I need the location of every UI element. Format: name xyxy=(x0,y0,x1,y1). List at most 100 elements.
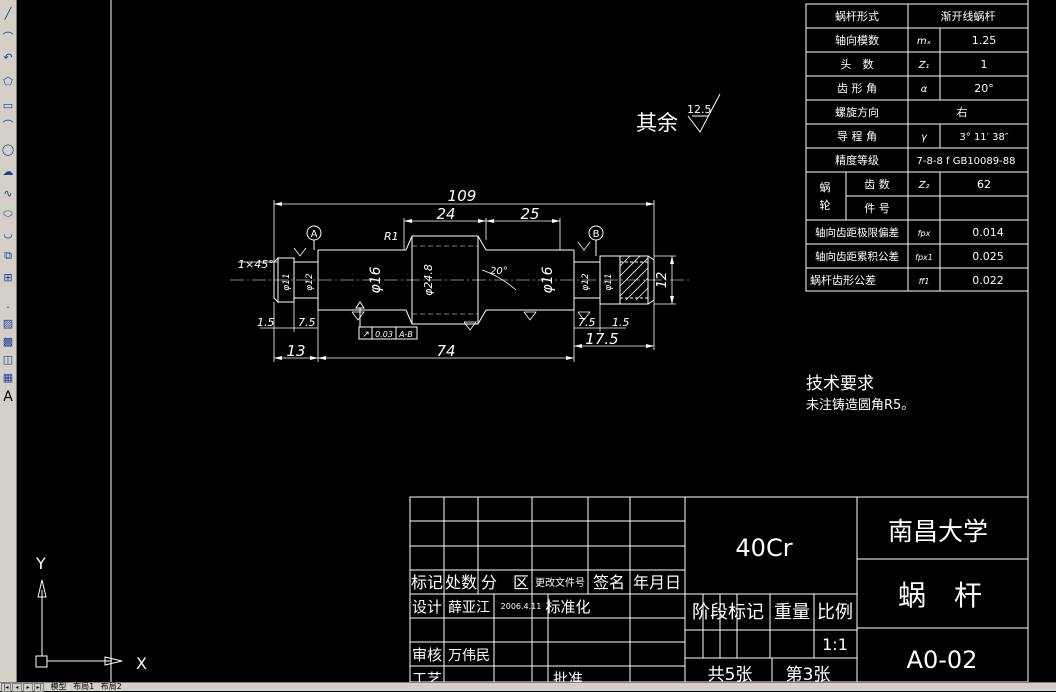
designer-name: 薛亚江 xyxy=(448,600,490,616)
dim-dia-12-left: φ12 xyxy=(305,273,315,291)
header-cell: 标记 xyxy=(411,573,443,592)
param-row-label: 螺旋方向 xyxy=(835,105,879,119)
dim-7-5-left: 7.5 xyxy=(298,316,316,329)
tolerance-datum: A-B xyxy=(398,330,413,339)
param-row-value: 右 xyxy=(957,105,968,119)
dim-13: 13 xyxy=(286,342,305,360)
drawing-canvas[interactable]: Y X 蜗杆形式 渐开线蜗杆 轴向模数 mₓ 1.25 头 数 Z₁ 1 齿 形… xyxy=(17,0,1056,682)
worm-wheel-label: 轮 xyxy=(820,198,831,212)
header-cell: 年月日 xyxy=(633,573,681,592)
param-row-value: 1.25 xyxy=(972,34,997,47)
design-date: 2006.4.11 xyxy=(501,602,542,611)
param-row-label: 蜗杆齿形公差 xyxy=(810,273,876,287)
weight-label: 重量 xyxy=(774,602,810,623)
tech-requirements-text: 未注铸造圆角R5。 xyxy=(806,397,914,413)
param-row-value: 0.014 xyxy=(972,226,1004,239)
param-row-value: 62 xyxy=(977,178,991,191)
ucs-y-label: Y xyxy=(35,554,46,573)
dim-17-5: 17.5 xyxy=(585,330,618,348)
dim-key-12: 12 xyxy=(655,272,670,289)
region-icon[interactable]: ◫ xyxy=(1,352,15,366)
ellipse-arc-icon[interactable]: ◡ xyxy=(1,226,15,240)
param-row-label: 轴向齿距累积公差 xyxy=(815,250,899,263)
param-row-symbol: fpx1 xyxy=(915,253,933,262)
dim-25: 25 xyxy=(520,205,539,223)
param-row-symbol: Z₂ xyxy=(918,180,930,191)
param-row-symbol: ff1 xyxy=(919,277,930,286)
header-cell: 签名 xyxy=(593,573,625,592)
param-row-symbol: α xyxy=(921,84,928,95)
ucs-x-label: X xyxy=(136,654,147,673)
param-row-label: 轴向模数 xyxy=(835,33,879,47)
stage-label: 阶段标记 xyxy=(692,602,764,623)
gradient-icon[interactable]: ▩ xyxy=(1,334,15,348)
dim-74: 74 xyxy=(436,342,455,360)
design-label: 设计 xyxy=(412,598,442,616)
dim-dia-16-left: φ16 xyxy=(368,266,384,293)
param-row-symbol: Z₁ xyxy=(918,60,930,71)
param-row-label: 齿 数 xyxy=(864,178,890,191)
datum-a-label: A xyxy=(311,229,318,240)
param-row-label: 蜗杆形式 xyxy=(835,9,879,23)
insert-block-icon[interactable]: ⧉ xyxy=(1,248,15,262)
datum-b-label: B xyxy=(593,229,600,240)
param-row-value: 0.025 xyxy=(972,250,1004,263)
point-icon[interactable]: · xyxy=(1,300,15,314)
reviewer-name: 万伟民 xyxy=(448,648,490,664)
arc-icon[interactable]: ↶ xyxy=(1,50,15,64)
dim-1-5-left: 1.5 xyxy=(257,316,275,329)
cad-drawing[interactable]: Y X 蜗杆形式 渐开线蜗杆 轴向模数 mₓ 1.25 头 数 Z₁ 1 齿 形… xyxy=(17,0,1056,682)
school-name: 南昌大学 xyxy=(888,517,988,546)
param-row-value: 渐开线蜗杆 xyxy=(941,9,996,23)
worm-wheel-label: 蜗 xyxy=(820,181,831,194)
ucs-icon xyxy=(35,579,123,668)
param-row-value: 20° xyxy=(974,82,994,95)
spline-icon[interactable]: ∿ xyxy=(1,186,15,200)
header-cell: 分 区 xyxy=(481,573,529,592)
dim-dia-24-8: φ24.8 xyxy=(422,264,435,296)
circle-icon[interactable]: ◯ xyxy=(1,142,15,156)
dim-radius: R1 xyxy=(384,230,399,243)
dim-24: 24 xyxy=(436,205,455,223)
polyline-icon[interactable]: ⌒ xyxy=(1,30,15,44)
line-icon[interactable]: ╱ xyxy=(1,6,15,20)
roughness-note-text: 其余 xyxy=(636,111,678,135)
param-row-label: 精度等级 xyxy=(835,153,879,167)
dim-dia-11-left: φ11 xyxy=(282,273,292,290)
param-row-label: 导 程 角 xyxy=(837,130,877,143)
tab-next-button[interactable]: ▸ xyxy=(23,683,33,692)
param-row-value: 7-8-8 f GB10089-88 xyxy=(917,156,1016,167)
dim-dia-12-right: φ12 xyxy=(581,273,591,291)
tolerance-value: 0.03 xyxy=(375,330,393,339)
mtext-icon[interactable]: A xyxy=(1,390,15,404)
scale-label: 比例 xyxy=(817,602,853,623)
tab-prev-button[interactable]: ◂ xyxy=(12,683,22,692)
param-table xyxy=(805,3,1029,292)
polygon-icon[interactable]: ⬠ xyxy=(1,74,15,88)
param-row-label: 头 数 xyxy=(841,58,874,71)
arc2-icon[interactable]: ⌒ xyxy=(1,118,15,132)
dim-dia-11-right: φ11 xyxy=(604,273,614,290)
dim-7-5-right: 7.5 xyxy=(578,316,596,329)
approve-label: 批准 xyxy=(553,670,583,682)
header-cell: 更改文件号 xyxy=(535,576,585,589)
make-block-icon[interactable]: ⊞ xyxy=(1,270,15,284)
param-row-symbol: fpx xyxy=(918,229,931,238)
tab-last-button[interactable]: ▸| xyxy=(34,683,44,692)
param-row-symbol: mₓ xyxy=(917,36,932,47)
roughness-value: 12.5 xyxy=(687,103,712,116)
standardize-label: 标准化 xyxy=(545,598,590,616)
param-row-value: 0.022 xyxy=(972,274,1004,287)
tab-first-button[interactable]: |◂ xyxy=(1,683,11,692)
ellipse-icon[interactable]: ⬭ xyxy=(1,206,15,220)
part-name: 蜗 杆 xyxy=(898,579,982,612)
review-label: 审核 xyxy=(412,646,442,664)
hatch-icon[interactable]: ▨ xyxy=(1,316,15,330)
rectangle-icon[interactable]: ▭ xyxy=(1,98,15,112)
table-icon[interactable]: ▦ xyxy=(1,370,15,384)
drawing-number: A0-02 xyxy=(907,646,978,674)
sheet-current: 第3张 xyxy=(786,665,831,682)
cloud-icon[interactable]: ☁ xyxy=(1,164,15,178)
param-row-value: 3° 11′ 38″ xyxy=(959,132,1008,143)
param-row-label: 件 号 xyxy=(864,202,890,215)
